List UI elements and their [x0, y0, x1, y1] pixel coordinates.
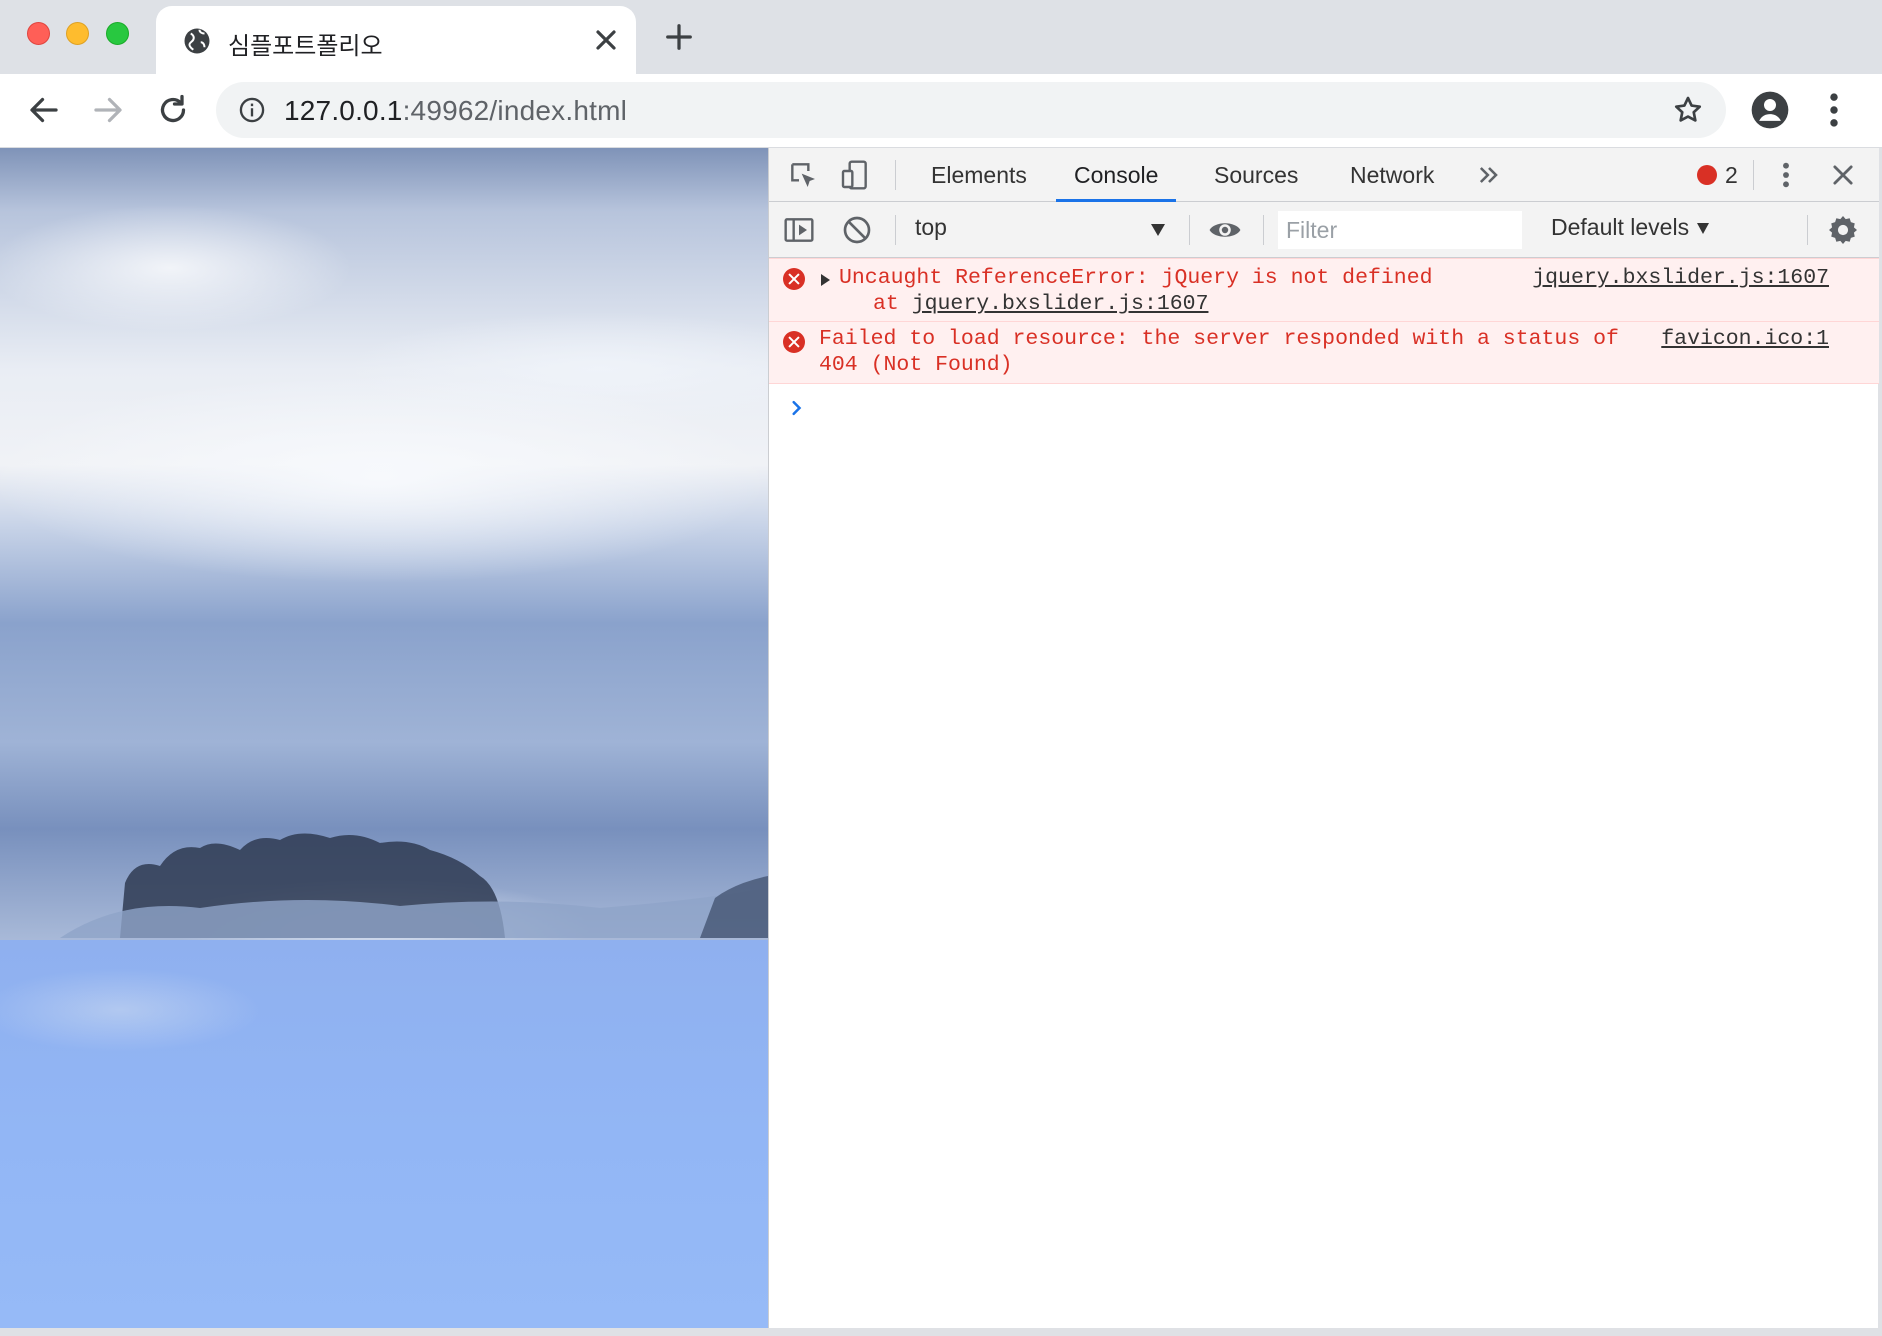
- toolbar-divider: [895, 160, 896, 190]
- error-icon: [783, 331, 805, 353]
- error-text-continued: 404 (Not Found): [819, 353, 1013, 377]
- dropdown-arrow-icon: [1697, 223, 1710, 235]
- dropdown-arrow-icon: [1151, 224, 1165, 236]
- profile-avatar-icon[interactable]: [1750, 90, 1790, 130]
- error-icon: [1697, 165, 1717, 185]
- close-devtools-icon[interactable]: [1829, 161, 1857, 189]
- reload-icon[interactable]: [155, 92, 191, 128]
- console-filter-input[interactable]: [1278, 211, 1522, 249]
- console-error-message[interactable]: Uncaught ReferenceError: jQuery is not d…: [769, 258, 1879, 322]
- stack-trace-line: at jquery.bxslider.js:1607: [873, 291, 1208, 317]
- url-host: 127.0.0.1: [284, 95, 403, 126]
- inspect-element-icon[interactable]: [787, 159, 819, 191]
- console-output: Uncaught ReferenceError: jQuery is not d…: [769, 258, 1879, 416]
- globe-icon: [184, 28, 210, 54]
- error-text: Failed to load resource: the server resp…: [819, 327, 1619, 351]
- tab-network[interactable]: Network: [1332, 148, 1452, 202]
- url-text: 127.0.0.1:49962/index.html: [284, 95, 627, 127]
- info-icon[interactable]: [238, 96, 266, 124]
- close-icon[interactable]: [590, 24, 622, 56]
- error-source-link[interactable]: jquery.bxslider.js:1607: [1532, 265, 1829, 291]
- sidebar-toggle-icon[interactable]: [783, 214, 815, 246]
- tab-title: 심플포트폴리오: [228, 33, 383, 60]
- new-tab-icon[interactable]: [664, 22, 694, 52]
- live-expression-eye-icon[interactable]: [1207, 214, 1243, 246]
- tab-elements[interactable]: Elements: [913, 148, 1045, 202]
- error-icon: [783, 268, 805, 290]
- device-toolbar-icon[interactable]: [839, 159, 871, 191]
- console-error-message[interactable]: Failed to load resource: the server resp…: [769, 322, 1879, 384]
- context-selector[interactable]: top: [915, 214, 1159, 246]
- error-text: Uncaught ReferenceError: jQuery is not d…: [839, 266, 1433, 290]
- log-levels-label: Default levels: [1551, 214, 1690, 240]
- toolbar-divider: [895, 215, 896, 245]
- devtools-tab-bar: Elements Console Sources Network 2: [769, 148, 1879, 202]
- devtools-panel: Elements Console Sources Network 2 top F…: [768, 148, 1879, 1328]
- forward-arrow-icon[interactable]: [90, 92, 126, 128]
- stack-trace-link[interactable]: jquery.bxslider.js:1607: [912, 292, 1209, 316]
- address-bar[interactable]: 127.0.0.1:49962/index.html: [216, 82, 1726, 138]
- log-levels-dropdown[interactable]: Default levels: [1551, 214, 1710, 241]
- tab-strip: 심플포트폴리오: [0, 0, 1882, 74]
- window-close-button[interactable]: [27, 22, 50, 45]
- url-path: :49962/index.html: [402, 95, 628, 126]
- stack-prefix: at: [873, 292, 912, 316]
- console-prompt-chevron-icon[interactable]: [787, 398, 807, 418]
- window-maximize-button[interactable]: [106, 22, 129, 45]
- second-slide-sky-image: [0, 940, 768, 1328]
- devtools-menu-icon[interactable]: [1775, 159, 1797, 191]
- toolbar-divider: [1263, 215, 1264, 245]
- browser-menu-icon[interactable]: [1820, 90, 1848, 130]
- bookmark-star-icon[interactable]: [1672, 94, 1704, 126]
- expand-triangle-icon[interactable]: [821, 274, 830, 286]
- browser-tab[interactable]: 심플포트폴리오: [156, 6, 636, 74]
- window-minimize-button[interactable]: [66, 22, 89, 45]
- tab-sources[interactable]: Sources: [1196, 148, 1316, 202]
- toolbar-divider: [1189, 215, 1190, 245]
- back-arrow-icon[interactable]: [26, 92, 62, 128]
- more-tabs-chevron-icon[interactable]: [1475, 161, 1503, 189]
- console-toolbar: top Default levels: [769, 202, 1879, 258]
- error-count: 2: [1725, 162, 1738, 188]
- console-settings-gear-icon[interactable]: [1827, 214, 1859, 246]
- tab-console[interactable]: Console: [1056, 148, 1177, 202]
- browser-toolbar: 127.0.0.1:49962/index.html: [0, 74, 1882, 148]
- toolbar-divider: [1753, 160, 1754, 190]
- toolbar-divider: [1807, 215, 1808, 245]
- tree-silhouette-image: [60, 833, 768, 938]
- clear-console-icon[interactable]: [841, 214, 873, 246]
- error-source-link[interactable]: favicon.ico:1: [1661, 326, 1829, 352]
- page-viewport: [0, 148, 768, 1328]
